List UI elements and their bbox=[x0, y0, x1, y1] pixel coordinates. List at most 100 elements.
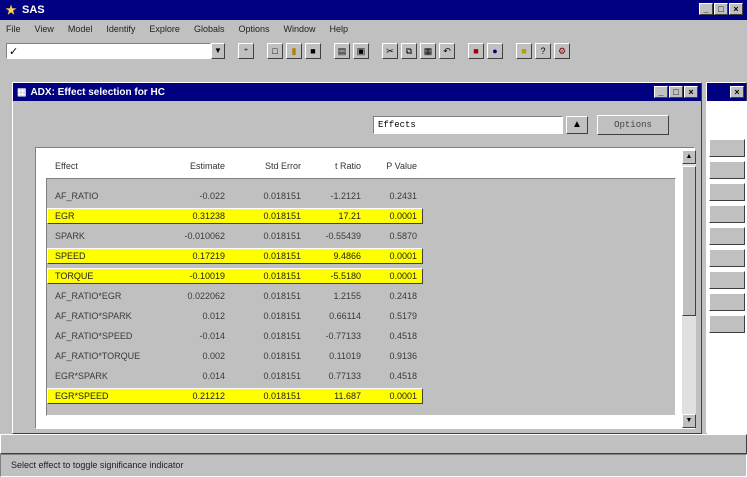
cell-effect: AF_RATIO*EGR bbox=[55, 291, 122, 301]
sas-logo-icon: ★ bbox=[5, 3, 17, 17]
cell-t-ratio: -1.2121 bbox=[330, 191, 361, 201]
table-row[interactable]: SPARK -0.010062 0.018151 -0.55439 0.5870 bbox=[47, 227, 677, 245]
background-window-controls: × bbox=[730, 86, 744, 98]
table-header: Effect Estimate Std Error t Ratio P Valu… bbox=[47, 157, 677, 175]
child-close-button[interactable]: × bbox=[684, 86, 698, 98]
table-row[interactable]: AF_RATIO*SPEED -0.014 0.018151 -0.77133 0.45… bbox=[47, 327, 677, 345]
horizontal-scrollbar[interactable] bbox=[0, 434, 747, 454]
menu-help[interactable]: Help bbox=[330, 24, 349, 34]
pin-icon[interactable]: ⁺ bbox=[238, 43, 254, 59]
menu-window[interactable]: Window bbox=[283, 24, 315, 34]
background-close-button[interactable]: × bbox=[730, 86, 744, 98]
cell-estimate: 0.21212 bbox=[192, 391, 225, 401]
table-row[interactable]: AF_RATIO -0.022 0.018151 -1.2121 0.2431 bbox=[47, 187, 677, 205]
side-button[interactable] bbox=[709, 271, 745, 289]
new-icon[interactable]: □ bbox=[267, 43, 283, 59]
effects-selector-field[interactable]: Effects bbox=[373, 116, 563, 134]
undo-icon[interactable]: ↶ bbox=[439, 43, 455, 59]
table-row[interactable]: SPEED 0.17219 0.018151 9.4866 0.0001 bbox=[47, 247, 677, 265]
cell-t-ratio: 1.2155 bbox=[333, 291, 361, 301]
minimize-button[interactable]: _ bbox=[699, 3, 713, 15]
effect-selection-window: ▦ ADX: Effect selection for HC _ □ × Eff… bbox=[12, 82, 702, 434]
save-icon[interactable]: ■ bbox=[305, 43, 321, 59]
menu-globals[interactable]: Globals bbox=[194, 24, 225, 34]
cut-icon[interactable]: ✂ bbox=[382, 43, 398, 59]
cell-std-error: 0.018151 bbox=[263, 371, 301, 381]
side-button[interactable] bbox=[709, 205, 745, 223]
help-icon[interactable]: ? bbox=[535, 43, 551, 59]
command-box[interactable]: ✓ bbox=[6, 43, 211, 59]
library-icon[interactable]: ■ bbox=[468, 43, 484, 59]
open-icon[interactable]: ▮ bbox=[286, 43, 302, 59]
paste-icon[interactable]: ▦ bbox=[420, 43, 436, 59]
side-button[interactable] bbox=[709, 183, 745, 201]
vertical-scrollbar[interactable]: ▲ ▼ bbox=[682, 150, 696, 428]
table-row[interactable]: AF_RATIO*SPARK 0.012 0.018151 0.66114 0.5179 bbox=[47, 307, 677, 325]
options-button[interactable]: Options bbox=[597, 115, 669, 135]
cell-t-ratio: 0.11019 bbox=[329, 351, 361, 361]
cell-effect: SPARK bbox=[55, 231, 85, 241]
menu-model[interactable]: Model bbox=[68, 24, 93, 34]
side-button[interactable] bbox=[709, 161, 745, 179]
table-row[interactable]: AF_RATIO*TORQUE 0.002 0.018151 0.11019 0.913… bbox=[47, 347, 677, 365]
cell-std-error: 0.018151 bbox=[263, 211, 301, 221]
table-row[interactable]: AF_RATIO*EGR 0.022062 0.018151 1.2155 0.2418 bbox=[47, 287, 677, 305]
cell-t-ratio: 9.4866 bbox=[333, 251, 361, 261]
cell-estimate: -0.010062 bbox=[184, 231, 225, 241]
side-button[interactable] bbox=[709, 227, 745, 245]
child-window-controls: _ □ × bbox=[654, 86, 698, 98]
notes-icon[interactable]: ■ bbox=[516, 43, 532, 59]
effects-table: Effect Estimate Std Error t Ratio P Valu… bbox=[46, 161, 677, 416]
cell-estimate: 0.022062 bbox=[187, 291, 225, 301]
settings-icon[interactable]: ⚙ bbox=[554, 43, 570, 59]
app-window-controls: _ □ × bbox=[699, 3, 743, 15]
effects-panel: Effect Estimate Std Error t Ratio P Valu… bbox=[35, 147, 696, 429]
table-row[interactable]: TORQUE -0.10019 0.018151 -5.5180 0.0001 bbox=[47, 267, 677, 285]
menu-bar: File View Model Identify Explore Globals… bbox=[0, 20, 747, 38]
side-button[interactable] bbox=[709, 293, 745, 311]
cell-effect: AF_RATIO*TORQUE bbox=[55, 351, 141, 361]
toolbar: ✓ ▼ ⁺ □ ▮ ■ ▤ ▣ ✂ ⧉ ▦ ↶ ■ ● ■ ? ⚙ bbox=[0, 38, 747, 64]
cell-std-error: 0.018151 bbox=[263, 331, 301, 341]
cell-estimate: -0.10019 bbox=[189, 271, 225, 281]
cell-effect: EGR*SPEED bbox=[55, 391, 109, 401]
explorer-icon[interactable]: ● bbox=[487, 43, 503, 59]
menu-explore[interactable]: Explore bbox=[149, 24, 180, 34]
cell-estimate: 0.012 bbox=[202, 311, 225, 321]
menu-options[interactable]: Options bbox=[238, 24, 269, 34]
cell-effect: SPEED bbox=[55, 251, 86, 261]
cell-t-ratio: 0.66114 bbox=[329, 311, 361, 321]
menu-file[interactable]: File bbox=[6, 24, 21, 34]
scroll-down-icon[interactable]: ▼ bbox=[682, 414, 696, 428]
child-maximize-button[interactable]: □ bbox=[669, 86, 683, 98]
side-button[interactable] bbox=[709, 315, 745, 333]
header-p-value: P Value bbox=[386, 161, 417, 171]
command-dropdown-arrow-icon[interactable]: ▼ bbox=[211, 43, 225, 59]
cell-t-ratio: -0.55439 bbox=[325, 231, 361, 241]
status-bar: Select effect to toggle significance ind… bbox=[0, 454, 747, 477]
maximize-button[interactable]: □ bbox=[714, 3, 728, 15]
close-button[interactable]: × bbox=[729, 3, 743, 15]
side-button[interactable] bbox=[709, 139, 745, 157]
cell-std-error: 0.018151 bbox=[263, 231, 301, 241]
child-minimize-button[interactable]: _ bbox=[654, 86, 668, 98]
cell-estimate: 0.31238 bbox=[192, 211, 225, 221]
cell-t-ratio: -5.5180 bbox=[330, 271, 361, 281]
scroll-up-icon[interactable]: ▲ bbox=[682, 150, 696, 164]
cell-std-error: 0.018151 bbox=[263, 391, 301, 401]
print-preview-icon[interactable]: ▣ bbox=[353, 43, 369, 59]
menu-identify[interactable]: Identify bbox=[106, 24, 135, 34]
header-effect: Effect bbox=[55, 161, 78, 171]
cell-p-value: 0.5179 bbox=[389, 311, 417, 321]
table-row[interactable]: EGR 0.31238 0.018151 17.21 0.0001 bbox=[47, 207, 677, 225]
cell-p-value: 0.4518 bbox=[389, 371, 417, 381]
table-row[interactable]: EGR*SPEED 0.21212 0.018151 11.687 0.0001 bbox=[47, 387, 677, 405]
print-icon[interactable]: ▤ bbox=[334, 43, 350, 59]
menu-view[interactable]: View bbox=[35, 24, 54, 34]
copy-icon[interactable]: ⧉ bbox=[401, 43, 417, 59]
dropdown-arrow-icon[interactable]: ▲ bbox=[566, 116, 588, 134]
checkmark-icon: ✓ bbox=[9, 45, 19, 58]
scroll-thumb[interactable] bbox=[682, 166, 696, 316]
table-row[interactable]: EGR*SPARK 0.014 0.018151 0.77133 0.4518 bbox=[47, 367, 677, 385]
side-button[interactable] bbox=[709, 249, 745, 267]
